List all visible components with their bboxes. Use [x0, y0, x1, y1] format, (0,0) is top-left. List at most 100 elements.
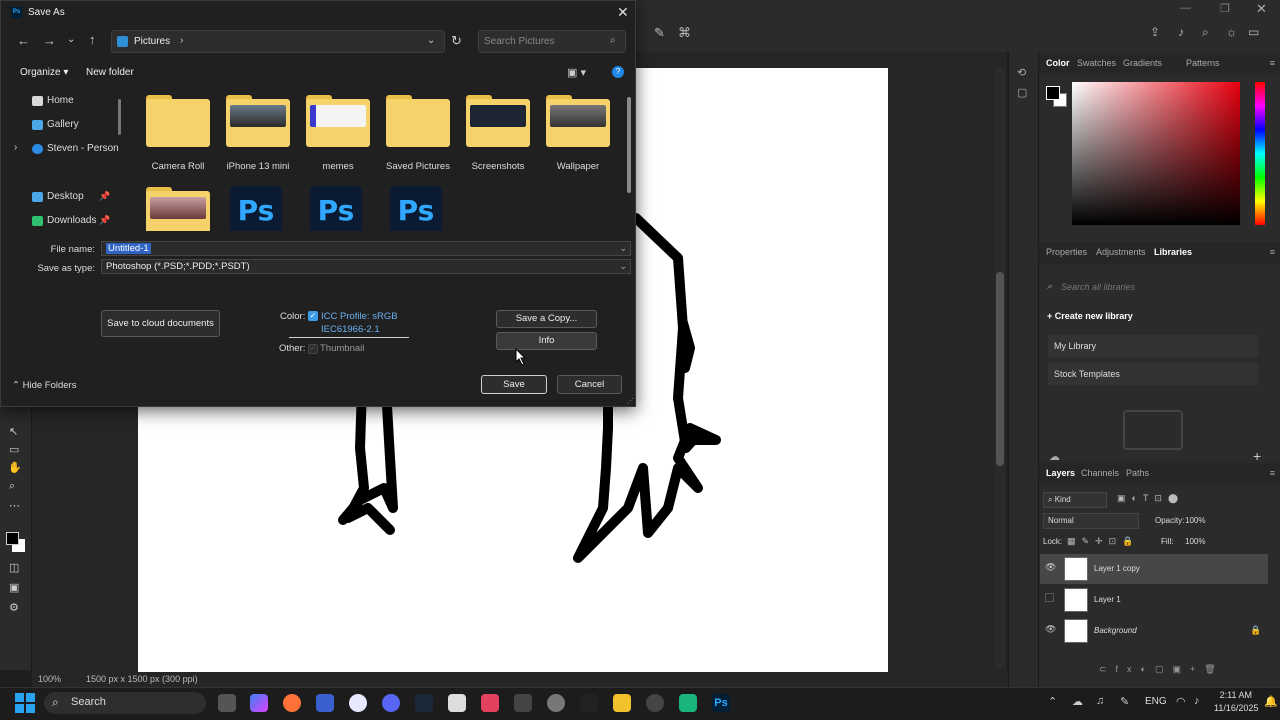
mic-icon[interactable]: ♫: [1096, 695, 1104, 707]
wifi-icon[interactable]: ◠: [1176, 695, 1186, 708]
sidebar-item-downloads[interactable]: Downloads 📌: [1, 210, 119, 232]
kind-filter[interactable]: ⌕ Kind: [1043, 492, 1107, 508]
chevron-down-icon[interactable]: ⌄: [619, 260, 627, 273]
chevron-down-icon[interactable]: ⌄: [427, 35, 435, 46]
visibility-toggle[interactable]: [1045, 593, 1054, 602]
restore-window-icon[interactable]: ❐: [1220, 2, 1230, 15]
save-type-select[interactable]: Photoshop (*.PSD;*.PDD;*.PSDT) ⌄: [101, 259, 631, 274]
zoom-level[interactable]: 100%: [38, 674, 61, 684]
folder-item[interactable]: [137, 181, 215, 231]
save-button[interactable]: Save: [481, 375, 547, 394]
psd-file[interactable]: Ps: [390, 186, 442, 231]
layer-row[interactable]: 👁 Background 🔒: [1040, 616, 1268, 646]
pen-icon[interactable]: ✎: [1120, 695, 1129, 708]
app-icon[interactable]: [514, 694, 532, 712]
layer-actions[interactable]: ⊂fx◐▢▣+🗑: [1099, 664, 1225, 675]
lock-icons[interactable]: ▦✎✛⊡🔒: [1067, 536, 1139, 547]
rectangle-tool-icon[interactable]: ▭: [9, 443, 19, 456]
clock-time[interactable]: 2:11 AM: [1216, 690, 1252, 700]
clock-date[interactable]: 11/16/2025: [1214, 703, 1258, 713]
panel-menu-icon[interactable]: ≡: [1270, 468, 1275, 478]
sidebar-item-onedrive[interactable]: › Steven - Persona: [1, 138, 119, 160]
more-tools-icon[interactable]: ⋯: [9, 499, 20, 512]
app-icon[interactable]: [448, 694, 466, 712]
search-input[interactable]: Search Pictures ⌕: [478, 30, 626, 53]
warp-icon[interactable]: ✎: [654, 25, 665, 41]
bulb-icon[interactable]: ☼: [1226, 25, 1237, 39]
forward-arrow-icon[interactable]: →: [43, 33, 56, 48]
direct-select-icon[interactable]: ↖: [9, 425, 18, 438]
tab-paths[interactable]: Paths: [1126, 468, 1149, 478]
tab-layers[interactable]: Layers: [1046, 468, 1075, 478]
cancel-button[interactable]: Cancel: [557, 375, 622, 394]
language-indicator[interactable]: ENG: [1145, 696, 1167, 707]
back-arrow-icon[interactable]: ←: [17, 33, 30, 48]
chevron-down-icon[interactable]: ⌄: [67, 34, 75, 45]
hide-folders-toggle[interactable]: ⌃ Hide Folders: [12, 380, 76, 391]
zoom-tool-icon[interactable]: ⌕: [9, 480, 15, 493]
app-icon[interactable]: [349, 694, 367, 712]
edit-toolbar-icon[interactable]: ⚙: [9, 601, 19, 614]
save-to-cloud-button[interactable]: Save to cloud documents: [101, 310, 220, 337]
chevron-down-icon[interactable]: ⌄: [619, 242, 627, 255]
file-list-scrollbar[interactable]: [627, 97, 631, 193]
blend-mode-select[interactable]: Normal: [1043, 513, 1139, 529]
close-icon[interactable]: ✕: [617, 4, 629, 21]
steam-icon[interactable]: [415, 694, 433, 712]
sidebar-item-home[interactable]: Home: [1, 90, 119, 112]
info-button[interactable]: Info: [496, 332, 597, 350]
hand-tool-icon[interactable]: ✋: [8, 461, 22, 474]
address-bar[interactable]: Pictures › ⌄: [111, 30, 445, 53]
panel-menu-icon[interactable]: ≡: [1270, 58, 1275, 68]
app-icon[interactable]: [646, 694, 664, 712]
task-view-icon[interactable]: [218, 694, 236, 712]
discord-icon[interactable]: [382, 694, 400, 712]
organize-button[interactable]: Organize ▾: [20, 67, 68, 78]
checkbox-thumbnail[interactable]: ✓: [308, 344, 318, 354]
eye-icon[interactable]: 👁: [1045, 624, 1056, 635]
layer-filter-icons[interactable]: ▣◐T⊡⬤: [1117, 493, 1184, 504]
vertical-scroll-thumb[interactable]: [996, 272, 1004, 466]
tab-patterns[interactable]: Patterns: [1186, 58, 1220, 68]
help-icon[interactable]: ?: [612, 66, 624, 78]
tab-color[interactable]: Color: [1046, 58, 1070, 68]
folder-item[interactable]: Screenshots: [457, 89, 535, 177]
fill-value[interactable]: 100%: [1185, 537, 1205, 546]
save-a-copy-button[interactable]: Save a Copy...: [496, 310, 597, 328]
file-explorer-icon[interactable]: [613, 694, 631, 712]
tab-properties[interactable]: Properties: [1046, 247, 1087, 257]
panel-menu-icon[interactable]: ≡: [1270, 247, 1275, 257]
resize-grip-icon[interactable]: ⋰: [627, 397, 634, 405]
workspace-icon[interactable]: ▭: [1248, 25, 1259, 39]
foreground-color-swatch[interactable]: [6, 532, 19, 545]
add-icon[interactable]: +: [1253, 448, 1261, 464]
refresh-icon[interactable]: ↻: [451, 33, 462, 49]
app-icon[interactable]: [580, 694, 598, 712]
firefox-icon[interactable]: [283, 694, 301, 712]
chevron-right-icon[interactable]: ›: [180, 35, 183, 46]
history-icon[interactable]: ⟲: [1017, 66, 1026, 79]
quick-mask-icon[interactable]: ◫: [9, 561, 19, 574]
start-button[interactable]: [15, 693, 35, 713]
opacity-value[interactable]: 100%: [1185, 516, 1205, 525]
psd-file[interactable]: Ps: [310, 186, 362, 231]
copilot-icon[interactable]: [250, 694, 268, 712]
library-my-library[interactable]: My Library: [1048, 335, 1258, 357]
foreground-swatch[interactable]: [1046, 86, 1060, 100]
file-name-input[interactable]: Untitled-1 ⌄: [101, 241, 631, 256]
screen-mode-icon[interactable]: ▣: [9, 581, 19, 594]
folder-item[interactable]: Saved Pictures: [377, 89, 455, 177]
layer-row[interactable]: 👁 Layer 1 copy: [1040, 554, 1268, 584]
layer-row[interactable]: Layer 1: [1040, 585, 1268, 615]
bell-icon[interactable]: ♪: [1178, 25, 1184, 39]
minimize-window-icon[interactable]: —: [1180, 2, 1191, 14]
psd-file[interactable]: Ps: [230, 186, 282, 231]
puppet-icon[interactable]: ⌘: [678, 25, 691, 41]
eye-icon[interactable]: 👁: [1045, 562, 1056, 573]
search-icon[interactable]: ⌕: [1202, 25, 1209, 40]
hue-slider[interactable]: [1255, 82, 1265, 225]
app-icon[interactable]: [481, 694, 499, 712]
create-library-button[interactable]: + Create new library: [1047, 311, 1133, 321]
folder-item[interactable]: memes: [297, 89, 375, 177]
new-folder-button[interactable]: New folder: [86, 67, 134, 78]
